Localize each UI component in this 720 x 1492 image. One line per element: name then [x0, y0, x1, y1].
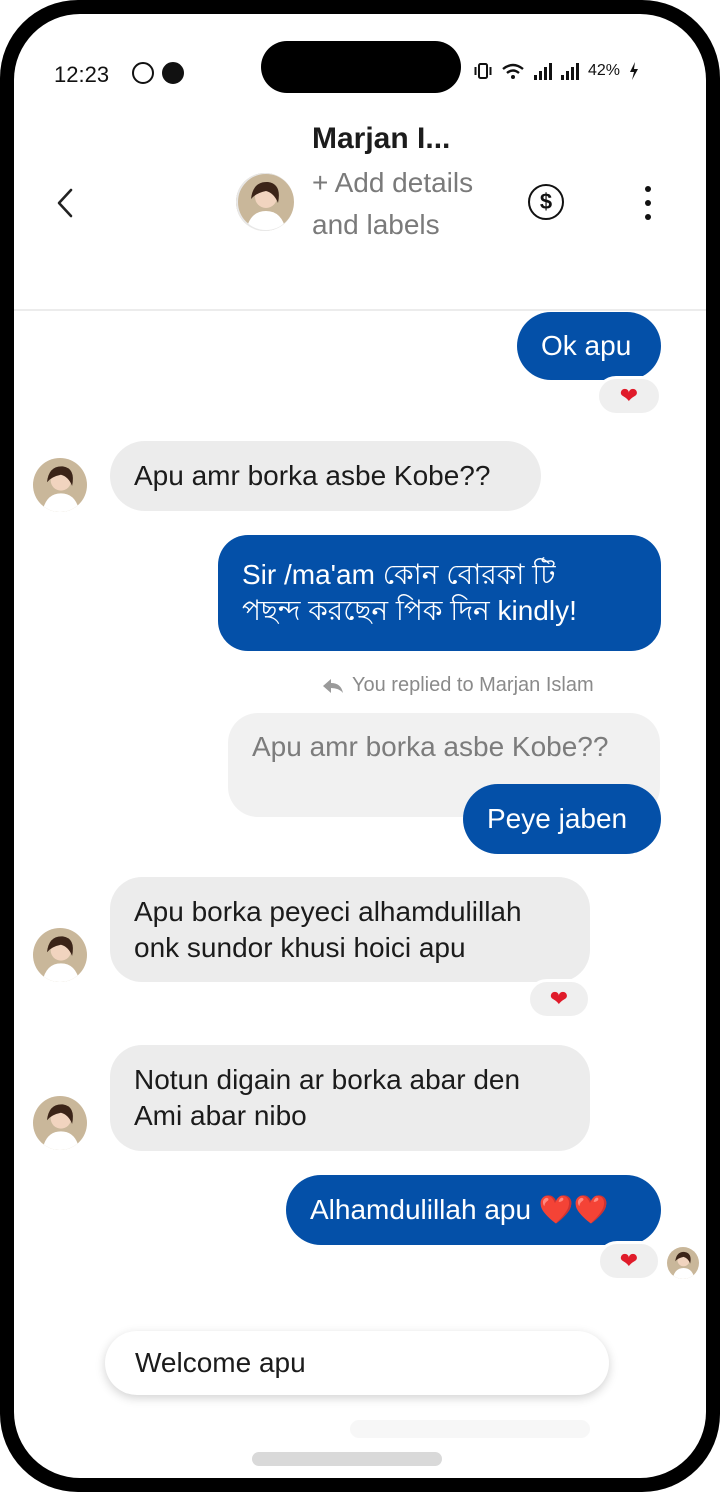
battery-percentage: 42% [588, 62, 621, 79]
sender-avatar[interactable] [33, 928, 87, 982]
seen-avatar [667, 1247, 699, 1279]
signal-icon-1 [534, 62, 552, 80]
data-saver-icon [132, 62, 154, 84]
contact-name[interactable]: Marjan I... [312, 122, 450, 156]
heart-reaction[interactable]: ❤ [596, 376, 662, 416]
reply-indicator: You replied to Marjan Islam [322, 674, 594, 697]
signal-icon-2 [561, 62, 579, 80]
wifi-icon [502, 63, 524, 79]
dollar-icon: $ [539, 189, 553, 214]
status-notification-icons [132, 62, 184, 84]
message-incoming-3[interactable]: Notun digain ar borka abar den Ami abar … [110, 1045, 590, 1151]
heart-icon: ❤ [549, 986, 569, 1011]
sender-avatar[interactable] [33, 1096, 87, 1150]
vibrate-icon [474, 63, 492, 79]
header-divider [14, 309, 706, 311]
message-outgoing-peye-jaben[interactable]: Peye jaben [463, 784, 661, 854]
message-outgoing-ok-apu[interactable]: Ok apu [517, 312, 661, 380]
charging-icon [630, 62, 639, 80]
message-outgoing-bangla[interactable]: Sir /ma'am কোন বোরকা টি পছন্দ করছেন পিক … [218, 535, 661, 651]
heart-reaction[interactable]: ❤ [597, 1241, 661, 1281]
quick-reply-suggestion[interactable]: Welcome apu [105, 1331, 609, 1395]
sender-avatar[interactable] [33, 458, 87, 512]
contact-avatar[interactable] [236, 173, 294, 231]
status-right-icons: 42% [474, 62, 639, 80]
back-button[interactable] [48, 186, 82, 220]
add-details-link[interactable]: + Add details and labels [312, 162, 502, 246]
message-outgoing-alhamdulillah[interactable]: Alhamdulillah apu ❤️❤️ [286, 1175, 661, 1245]
payment-button[interactable]: $ [528, 184, 564, 220]
message-incoming-1[interactable]: Apu amr borka asbe Kobe?? [110, 441, 541, 511]
partial-suggestion-chip[interactable] [350, 1420, 590, 1438]
reply-arrow-icon [323, 678, 343, 693]
more-options-button[interactable] [636, 186, 660, 220]
chevron-left-icon [57, 188, 73, 218]
heart-reaction[interactable]: ❤ [527, 979, 591, 1019]
heart-icon: ❤ [619, 1248, 639, 1273]
dynamic-island [261, 41, 461, 93]
home-indicator[interactable] [252, 1452, 442, 1466]
messenger-icon [162, 62, 184, 84]
status-time: 12:23 [54, 62, 110, 87]
heart-icon: ❤ [619, 383, 639, 408]
message-incoming-2[interactable]: Apu borka peyeci alhamdulillah onk sundo… [110, 877, 590, 982]
